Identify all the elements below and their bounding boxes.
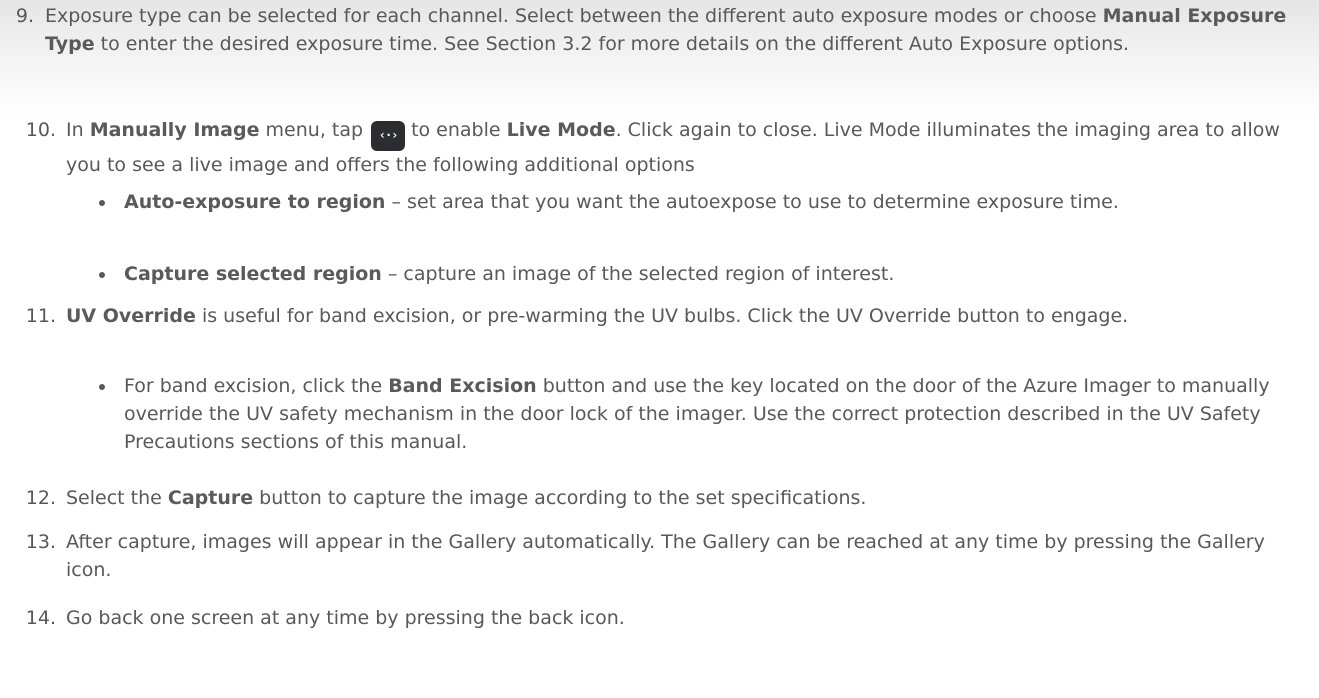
bold-term: Capture — [167, 487, 254, 509]
step-text: UV Override is useful for band excision,… — [66, 305, 1129, 327]
step-number: 10. — [25, 119, 56, 141]
bold-term: UV Override — [66, 305, 196, 327]
bullet-dot — [99, 384, 105, 390]
step-number: 12. — [25, 487, 56, 509]
bullet-text: For band excision, click the Band Excisi… — [124, 375, 1270, 453]
step-text: Select the Capture button to capture the… — [66, 487, 867, 509]
step-number: 11. — [25, 305, 56, 327]
step-text: After capture, images will appear in the… — [66, 531, 1265, 581]
step-text: Exposure type can be selected for each c… — [45, 5, 1287, 55]
bold-term: Auto-exposure to region — [124, 191, 386, 213]
bold-term: Band Excision — [388, 375, 537, 397]
bullet-text: Auto-exposure to region – set area that … — [124, 191, 1119, 213]
step-text: Go back one screen at any time by pressi… — [66, 607, 625, 629]
bullet-dot — [99, 272, 105, 278]
manual-page: 9. Exposure type can be selected for eac… — [0, 0, 1319, 698]
bold-term: Capture selected region — [124, 263, 382, 285]
live-mode-icon: ‹·› — [371, 121, 406, 151]
step-number: 14. — [25, 607, 56, 629]
step-number: 9. — [15, 5, 34, 27]
bullet-dot — [99, 200, 105, 206]
bullet-text: Capture selected region – capture an ima… — [124, 263, 895, 285]
bold-term: Manually Image — [89, 119, 260, 141]
step-number: 13. — [25, 531, 56, 553]
step-text: In Manually Image menu, tap ‹·› to enable … — [66, 119, 1280, 176]
bold-term: Live Mode — [506, 119, 616, 141]
